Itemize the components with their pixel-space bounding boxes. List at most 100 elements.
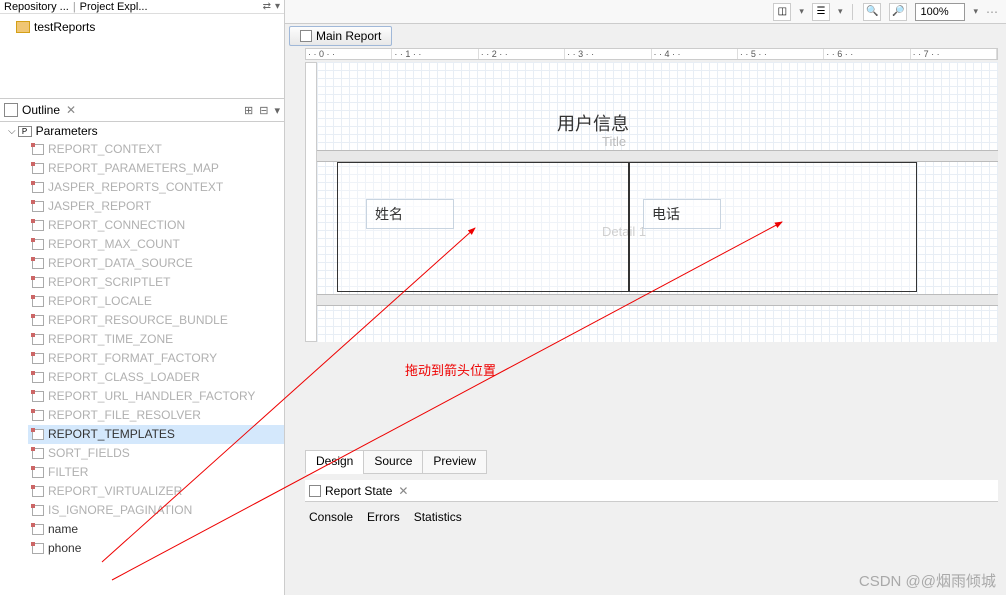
vertical-ruler — [305, 62, 317, 342]
param-item-label: REPORT_CONNECTION — [48, 217, 185, 234]
toolbar-btn-1[interactable]: ◫ — [773, 3, 791, 21]
zoom-dropdown-icon[interactable]: ▾ — [973, 6, 978, 17]
param-item-jasper_reports_context[interactable]: JASPER_REPORTS_CONTEXT — [28, 178, 284, 197]
tab-errors[interactable]: Errors — [367, 510, 400, 524]
collapse-icon[interactable]: ▾ — [275, 1, 280, 12]
param-item-report_class_loader[interactable]: REPORT_CLASS_LOADER — [28, 368, 284, 387]
report-title[interactable]: 用户信息 — [557, 110, 629, 136]
toolbar-dropdown-1[interactable]: ▾ — [799, 6, 804, 17]
outline-icon — [4, 103, 18, 117]
param-item-report_locale[interactable]: REPORT_LOCALE — [28, 292, 284, 311]
param-item-label: REPORT_DATA_SOURCE — [48, 255, 193, 272]
tab-statistics[interactable]: Statistics — [414, 510, 462, 524]
param-item-label: JASPER_REPORTS_CONTEXT — [48, 179, 223, 196]
cell-name[interactable]: 姓名 — [366, 199, 454, 229]
param-item-is_ignore_pagination[interactable]: IS_IGNORE_PAGINATION — [28, 501, 284, 520]
param-item-report_max_count[interactable]: REPORT_MAX_COUNT — [28, 235, 284, 254]
tab-design[interactable]: Design — [305, 450, 364, 474]
param-item-label: name — [48, 521, 78, 538]
param-icon — [32, 334, 44, 345]
param-icon — [32, 486, 44, 497]
param-item-label: REPORT_SCRIPTLET — [48, 274, 170, 291]
param-item-label: REPORT_FORMAT_FACTORY — [48, 350, 217, 367]
band-separator[interactable] — [317, 150, 998, 162]
project-explorer-tab[interactable]: Project Expl... — [80, 1, 148, 13]
param-item-report_templates[interactable]: REPORT_TEMPLATES — [28, 425, 284, 444]
param-item-report_context[interactable]: REPORT_CONTEXT — [28, 140, 284, 159]
param-icon — [32, 505, 44, 516]
link-icon[interactable]: ⇄ — [263, 1, 271, 12]
tab-preview[interactable]: Preview — [422, 450, 487, 474]
param-icon — [32, 182, 44, 193]
param-icon — [32, 277, 44, 288]
horizontal-ruler: · · 0 · ·· · 1 · ·· · 2 · ·· · 3 · ·· · … — [305, 48, 998, 60]
toolbar-btn-2[interactable]: ☰ — [812, 3, 830, 21]
report-state-panel: Report State ✕ — [305, 480, 998, 502]
param-item-sort_fields[interactable]: SORT_FIELDS — [28, 444, 284, 463]
report-state-label: Report State — [325, 484, 392, 498]
param-icon — [32, 296, 44, 307]
param-item-report_time_zone[interactable]: REPORT_TIME_ZONE — [28, 330, 284, 349]
report-icon — [300, 30, 312, 42]
param-icon — [32, 448, 44, 459]
param-item-filter[interactable]: FILTER — [28, 463, 284, 482]
param-item-report_parameters_map[interactable]: REPORT_PARAMETERS_MAP — [28, 159, 284, 178]
close-icon[interactable]: ✕ — [66, 103, 76, 117]
main-report-tab[interactable]: Main Report — [289, 26, 392, 46]
param-item-report_format_factory[interactable]: REPORT_FORMAT_FACTORY — [28, 349, 284, 368]
param-icon — [32, 372, 44, 383]
parameters-root-label: Parameters — [36, 124, 98, 138]
param-item-label: REPORT_MAX_COUNT — [48, 236, 180, 253]
param-icon — [32, 391, 44, 402]
report-canvas[interactable]: 用户信息 Title Detail 1 姓名 电话 — [317, 62, 998, 342]
outline-tool-1[interactable]: ⊞ — [244, 104, 253, 117]
param-icon — [32, 163, 44, 174]
folder-icon — [16, 21, 30, 33]
param-item-report_data_source[interactable]: REPORT_DATA_SOURCE — [28, 254, 284, 273]
tab-console[interactable]: Console — [309, 510, 353, 524]
title-band-label: Title — [602, 134, 626, 149]
param-icon — [32, 239, 44, 250]
param-item-label: REPORT_CLASS_LOADER — [48, 369, 200, 386]
param-item-phone[interactable]: phone — [28, 539, 284, 558]
tree-item-testreports[interactable]: testReports — [0, 18, 284, 36]
param-item-label: SORT_FIELDS — [48, 445, 130, 462]
param-item-report_url_handler_factory[interactable]: REPORT_URL_HANDLER_FACTORY — [28, 387, 284, 406]
param-item-jasper_report[interactable]: JASPER_REPORT — [28, 197, 284, 216]
param-item-label: REPORT_PARAMETERS_MAP — [48, 160, 219, 177]
param-item-report_virtualizer[interactable]: REPORT_VIRTUALIZER — [28, 482, 284, 501]
param-item-report_scriptlet[interactable]: REPORT_SCRIPTLET — [28, 273, 284, 292]
zoom-input[interactable] — [915, 3, 965, 21]
param-icon — [32, 524, 44, 535]
report-table[interactable]: 姓名 电话 — [337, 162, 917, 292]
param-icon — [32, 315, 44, 326]
param-item-label: JASPER_REPORT — [48, 198, 151, 215]
param-item-label: REPORT_FILE_RESOLVER — [48, 407, 201, 424]
param-item-label: REPORT_TIME_ZONE — [48, 331, 173, 348]
param-item-report_file_resolver[interactable]: REPORT_FILE_RESOLVER — [28, 406, 284, 425]
outline-tool-2[interactable]: ⊟ — [259, 104, 268, 117]
zoom-in-icon[interactable]: 🔍 — [863, 3, 881, 21]
tab-source[interactable]: Source — [363, 450, 423, 474]
parameters-root[interactable]: ⌵ P Parameters — [0, 122, 284, 140]
outline-menu-icon[interactable]: ▾ — [274, 104, 280, 117]
param-item-name[interactable]: name — [28, 520, 284, 539]
param-item-report_connection[interactable]: REPORT_CONNECTION — [28, 216, 284, 235]
param-item-label: REPORT_VIRTUALIZER — [48, 483, 182, 500]
band-separator[interactable] — [317, 294, 998, 306]
tree-item-label: testReports — [34, 20, 95, 34]
cell-phone[interactable]: 电话 — [643, 199, 721, 229]
report-state-icon — [309, 485, 321, 497]
param-item-report_resource_bundle[interactable]: REPORT_RESOURCE_BUNDLE — [28, 311, 284, 330]
repository-tab[interactable]: Repository ... — [4, 1, 69, 13]
param-icon — [32, 410, 44, 421]
toolbar-dropdown-2[interactable]: ▾ — [838, 6, 843, 17]
param-item-label: IS_IGNORE_PAGINATION — [48, 502, 192, 519]
param-icon — [32, 201, 44, 212]
param-icon — [32, 353, 44, 364]
param-item-label: phone — [48, 540, 81, 557]
param-item-label: REPORT_URL_HANDLER_FACTORY — [48, 388, 255, 405]
param-icon — [32, 220, 44, 231]
close-icon[interactable]: ✕ — [398, 484, 408, 498]
zoom-out-icon[interactable]: 🔎 — [889, 3, 907, 21]
